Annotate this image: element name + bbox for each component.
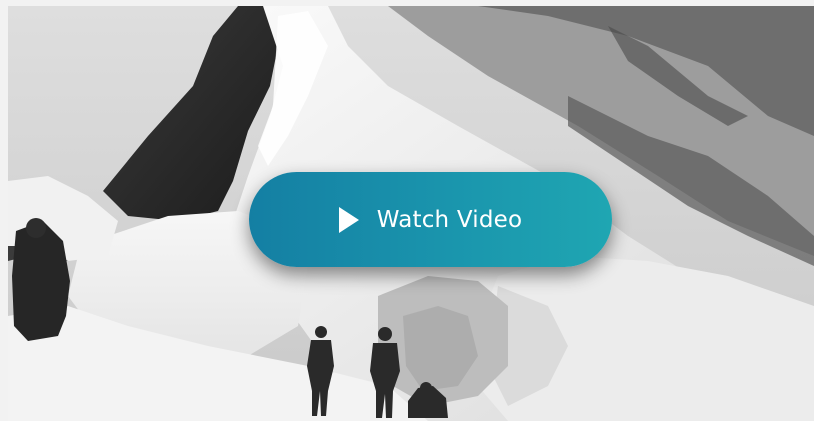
play-icon: [338, 206, 359, 233]
video-thumbnail[interactable]: Watch Video: [8, 6, 814, 421]
watch-video-button[interactable]: Watch Video: [249, 172, 612, 267]
watch-video-label: Watch Video: [376, 206, 523, 233]
